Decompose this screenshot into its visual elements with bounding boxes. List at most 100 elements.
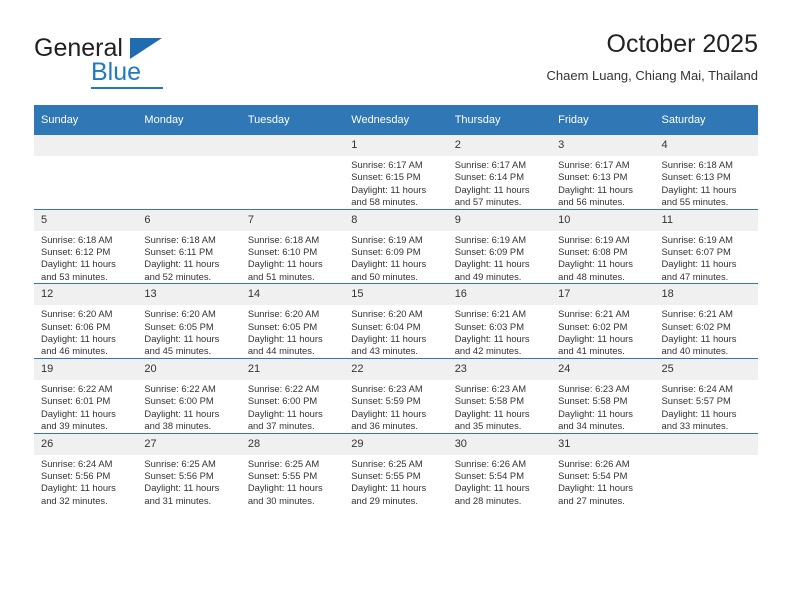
day-sun-details: Sunrise: 6:26 AM Sunset: 5:54 PM Daylight:… [551, 455, 654, 508]
calendar-day-cell[interactable]: 13 Sunrise: 6:20 AM Sunset: 6:05 PM Dayligh… [137, 283, 241, 359]
calendar-day-cell[interactable]: 10 Sunrise: 6:19 AM Sunset: 6:08 PM Dayligh… [551, 208, 655, 284]
daylight-duration-line1: Daylight: 11 hours [41, 482, 116, 494]
day-number: 28 [240, 433, 345, 455]
calendar-day-cell[interactable]: 5 Sunrise: 6:18 AM Sunset: 6:12 PM Daylight… [34, 208, 138, 284]
calendar-day-cell[interactable]: 3 Sunrise: 6:17 AM Sunset: 6:13 PM Daylight… [551, 134, 655, 210]
day-sun-details: Sunrise: 6:25 AM Sunset: 5:55 PM Daylight:… [344, 455, 447, 508]
calendar-day-cell[interactable]: 6 Sunrise: 6:18 AM Sunset: 6:11 PM Daylight… [137, 208, 241, 284]
daylight-duration-line1: Daylight: 11 hours [558, 258, 633, 270]
calendar-day-cell[interactable]: 2 Sunrise: 6:17 AM Sunset: 6:14 PM Daylight… [447, 134, 552, 210]
day-number: 14 [240, 284, 345, 306]
daylight-duration-line2: and 27 minutes. [558, 494, 625, 506]
daylight-duration-line2: and 40 minutes. [661, 345, 729, 357]
calendar-day-cell[interactable]: 30 Sunrise: 6:26 AM Sunset: 5:54 PM Dayligh… [447, 432, 552, 508]
calendar-day-cell[interactable]: 21 Sunrise: 6:22 AM Sunset: 6:00 PM Dayligh… [240, 357, 345, 433]
calendar-day-cell[interactable]: 4 Sunrise: 6:18 AM Sunset: 6:13 PM Daylight… [654, 134, 758, 210]
sunrise-time: Sunrise: 6:19 AM [661, 233, 733, 245]
daylight-duration-line2: and 55 minutes. [661, 196, 729, 208]
calendar-day-cell[interactable]: 29 Sunrise: 6:25 AM Sunset: 5:55 PM Dayligh… [344, 432, 448, 508]
day-number: 26 [34, 433, 138, 455]
day-sun-details: Sunrise: 6:19 AM Sunset: 6:09 PM Daylight:… [448, 231, 551, 284]
sunrise-time: Sunrise: 6:25 AM [247, 457, 320, 469]
weekday-header-wednesday: Wednesday [344, 105, 448, 135]
daylight-duration-line2: and 52 minutes. [144, 270, 212, 282]
calendar-body: 1 Sunrise: 6:17 AM Sunset: 6:15 PM Daylight… [34, 134, 758, 508]
daylight-duration-line1: Daylight: 11 hours [247, 333, 323, 345]
calendar-week-row: 19 Sunrise: 6:22 AM Sunset: 6:01 PM Dayligh… [34, 357, 758, 433]
sunset-time: Sunset: 6:08 PM [558, 246, 628, 258]
daylight-duration-line2: and 44 minutes. [247, 345, 315, 357]
day-sun-details: Sunrise: 6:22 AM Sunset: 6:00 PM Daylight:… [241, 380, 344, 433]
calendar-day-cell[interactable]: 1 Sunrise: 6:17 AM Sunset: 6:15 PM Daylight… [344, 134, 448, 210]
calendar-day-cell[interactable]: 12 Sunrise: 6:20 AM Sunset: 6:06 PM Dayligh… [34, 283, 138, 359]
sunset-time: Sunset: 6:03 PM [454, 320, 524, 332]
calendar-day-cell[interactable]: 14 Sunrise: 6:20 AM Sunset: 6:05 PM Dayligh… [240, 283, 345, 359]
calendar-day-cell[interactable]: 28 Sunrise: 6:25 AM Sunset: 5:55 PM Dayligh… [240, 432, 345, 508]
calendar-day-cell[interactable]: 22 Sunrise: 6:23 AM Sunset: 5:59 PM Dayligh… [344, 357, 448, 433]
page-title: October 2025 [606, 30, 759, 58]
daylight-duration-line1: Daylight: 11 hours [41, 407, 116, 419]
day-sun-details: Sunrise: 6:23 AM Sunset: 5:59 PM Daylight:… [344, 380, 447, 433]
calendar-empty-cell [137, 134, 241, 210]
sunset-time: Sunset: 5:54 PM [454, 469, 524, 481]
calendar-day-cell[interactable]: 24 Sunrise: 6:23 AM Sunset: 5:58 PM Dayligh… [551, 357, 655, 433]
day-sun-details: Sunrise: 6:18 AM Sunset: 6:13 PM Daylight:… [655, 156, 758, 209]
calendar-day-cell[interactable]: 18 Sunrise: 6:21 AM Sunset: 6:02 PM Dayligh… [654, 283, 758, 359]
weekday-header-sunday: Sunday [34, 105, 138, 135]
sunset-time: Sunset: 6:00 PM [247, 395, 318, 407]
calendar-day-cell[interactable]: 25 Sunrise: 6:24 AM Sunset: 5:57 PM Dayligh… [654, 357, 758, 433]
calendar-week-row: 26 Sunrise: 6:24 AM Sunset: 5:56 PM Dayligh… [34, 432, 758, 508]
day-sun-details: Sunrise: 6:18 AM Sunset: 6:12 PM Daylight:… [34, 231, 137, 284]
calendar-empty-cell [240, 134, 345, 210]
daylight-duration-line1: Daylight: 11 hours [144, 258, 220, 270]
calendar-day-cell[interactable]: 16 Sunrise: 6:21 AM Sunset: 6:03 PM Dayligh… [447, 283, 552, 359]
sunset-time: Sunset: 6:09 PM [351, 246, 421, 258]
sunrise-time: Sunrise: 6:22 AM [144, 382, 216, 394]
daylight-duration-line1: Daylight: 11 hours [351, 407, 427, 419]
weekday-header-saturday: Saturday [654, 105, 758, 135]
day-number: 29 [344, 433, 448, 455]
calendar-day-cell[interactable]: 31 Sunrise: 6:26 AM Sunset: 5:54 PM Dayligh… [551, 432, 655, 508]
day-sun-details: Sunrise: 6:17 AM Sunset: 6:13 PM Daylight:… [551, 156, 654, 209]
sunrise-time: Sunrise: 6:20 AM [41, 308, 113, 320]
daylight-duration-line1: Daylight: 11 hours [247, 482, 323, 494]
sunset-time: Sunset: 6:09 PM [454, 246, 524, 258]
calendar-day-cell[interactable]: 11 Sunrise: 6:19 AM Sunset: 6:07 PM Dayligh… [654, 208, 758, 284]
sunset-time: Sunset: 6:14 PM [454, 171, 524, 183]
day-sun-details: Sunrise: 6:19 AM Sunset: 6:09 PM Daylight:… [344, 231, 447, 284]
day-number: 5 [34, 209, 138, 231]
daylight-duration-line2: and 35 minutes. [454, 420, 522, 432]
day-number [654, 433, 758, 455]
calendar-empty-cell [34, 134, 138, 210]
daylight-duration-line2: and 29 minutes. [351, 494, 418, 506]
daylight-duration-line1: Daylight: 11 hours [661, 407, 737, 419]
calendar-day-cell[interactable]: 9 Sunrise: 6:19 AM Sunset: 6:09 PM Daylight… [447, 208, 552, 284]
day-sun-details: Sunrise: 6:21 AM Sunset: 6:03 PM Daylight:… [448, 305, 551, 358]
calendar-day-cell[interactable]: 8 Sunrise: 6:19 AM Sunset: 6:09 PM Daylight… [344, 208, 448, 284]
sunrise-time: Sunrise: 6:24 AM [41, 457, 113, 469]
sunrise-time: Sunrise: 6:17 AM [558, 159, 630, 170]
calendar-day-cell[interactable]: 17 Sunrise: 6:21 AM Sunset: 6:02 PM Dayligh… [551, 283, 655, 359]
sunset-time: Sunset: 6:11 PM [144, 246, 214, 258]
sunrise-time: Sunrise: 6:25 AM [351, 457, 423, 469]
calendar-day-cell[interactable]: 19 Sunrise: 6:22 AM Sunset: 6:01 PM Dayligh… [34, 357, 138, 433]
daylight-duration-line1: Daylight: 11 hours [454, 333, 530, 345]
calendar-day-cell[interactable]: 15 Sunrise: 6:20 AM Sunset: 6:04 PM Dayligh… [344, 283, 448, 359]
sunset-time: Sunset: 6:05 PM [247, 320, 318, 332]
day-sun-details: Sunrise: 6:20 AM Sunset: 6:05 PM Daylight:… [137, 305, 240, 358]
day-sun-details: Sunrise: 6:21 AM Sunset: 6:02 PM Daylight:… [551, 305, 654, 358]
day-sun-details: Sunrise: 6:25 AM Sunset: 5:56 PM Daylight:… [137, 455, 240, 508]
calendar-day-cell[interactable]: 26 Sunrise: 6:24 AM Sunset: 5:56 PM Dayligh… [34, 432, 138, 508]
day-sun-details: Sunrise: 6:26 AM Sunset: 5:54 PM Daylight:… [448, 455, 551, 508]
calendar-day-cell[interactable]: 23 Sunrise: 6:23 AM Sunset: 5:58 PM Dayligh… [447, 357, 552, 433]
day-number [137, 135, 241, 156]
daylight-duration-line1: Daylight: 11 hours [661, 183, 737, 195]
day-sun-details: Sunrise: 6:22 AM Sunset: 6:01 PM Daylight:… [34, 380, 137, 433]
day-number: 30 [447, 433, 552, 455]
sunrise-time: Sunrise: 6:22 AM [41, 382, 113, 394]
day-number: 13 [137, 284, 241, 306]
calendar-day-cell[interactable]: 7 Sunrise: 6:18 AM Sunset: 6:10 PM Daylight… [240, 208, 345, 284]
calendar-day-cell[interactable]: 27 Sunrise: 6:25 AM Sunset: 5:56 PM Dayligh… [137, 432, 241, 508]
daylight-duration-line2: and 37 minutes. [247, 420, 315, 432]
calendar-day-cell[interactable]: 20 Sunrise: 6:22 AM Sunset: 6:00 PM Dayligh… [137, 357, 241, 433]
